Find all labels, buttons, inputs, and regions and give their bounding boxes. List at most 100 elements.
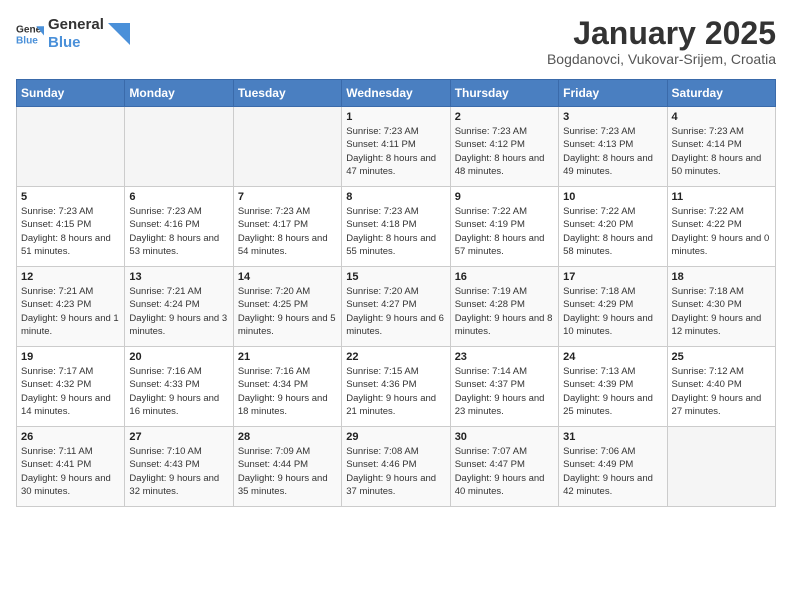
day-info: Sunrise: 7:06 AM Sunset: 4:49 PM Dayligh… bbox=[563, 445, 662, 498]
calendar-cell: 10 Sunrise: 7:22 AM Sunset: 4:20 PM Dayli… bbox=[559, 187, 667, 267]
weekday-header-wednesday: Wednesday bbox=[342, 80, 450, 107]
day-number: 3 bbox=[563, 111, 662, 123]
day-info: Sunrise: 7:23 AM Sunset: 4:18 PM Dayligh… bbox=[346, 205, 445, 258]
calendar-cell: 29Sunrise: 7:08 AM Sunset: 4:46 PM Dayli… bbox=[342, 427, 450, 507]
day-number: 2 bbox=[455, 111, 554, 123]
day-info: Sunrise: 7:23 AM Sunset: 4:12 PM Dayligh… bbox=[455, 125, 554, 178]
calendar-cell: 5Sunrise: 7:23 AM Sunset: 4:15 PM Daylig… bbox=[17, 187, 125, 267]
day-number: 11 bbox=[672, 191, 771, 203]
calendar-subtitle: Bogdanovci, Vukovar-Srijem, Croatia bbox=[547, 51, 776, 67]
calendar-cell bbox=[667, 427, 775, 507]
calendar-cell: 31 Sunrise: 7:06 AM Sunset: 4:49 PM Dayli… bbox=[559, 427, 667, 507]
day-number: 30 bbox=[455, 431, 554, 443]
calendar-table: SundayMondayTuesdayWednesdayThursdayFrid… bbox=[16, 79, 776, 507]
day-info: Sunrise: 7:07 AM Sunset: 4:47 PM Dayligh… bbox=[455, 445, 554, 498]
day-number: 16 bbox=[455, 271, 554, 283]
day-info: Sunrise: 7:19 AM Sunset: 4:28 PM Dayligh… bbox=[455, 285, 554, 338]
day-number: 23 bbox=[455, 351, 554, 363]
calendar-cell: 23 Sunrise: 7:14 AM Sunset: 4:37 PM Dayli… bbox=[450, 347, 558, 427]
day-number: 21 bbox=[238, 351, 337, 363]
day-info: Sunrise: 7:23 AM Sunset: 4:15 PM Dayligh… bbox=[21, 205, 120, 258]
weekday-header-monday: Monday bbox=[125, 80, 233, 107]
day-number: 25 bbox=[672, 351, 771, 363]
day-info: Sunrise: 7:14 AM Sunset: 4:37 PM Dayligh… bbox=[455, 365, 554, 418]
calendar-cell: 21 Sunrise: 7:16 AM Sunset: 4:34 PM Dayli… bbox=[233, 347, 341, 427]
day-number: 31 bbox=[563, 431, 662, 443]
calendar-week-3: 12Sunrise: 7:21 AM Sunset: 4:23 PM Dayli… bbox=[17, 267, 776, 347]
day-info: Sunrise: 7:18 AM Sunset: 4:29 PM Dayligh… bbox=[563, 285, 662, 338]
day-info: Sunrise: 7:20 AM Sunset: 4:27 PM Dayligh… bbox=[346, 285, 445, 338]
day-info: Sunrise: 7:23 AM Sunset: 4:17 PM Dayligh… bbox=[238, 205, 337, 258]
calendar-week-5: 26 Sunrise: 7:11 AM Sunset: 4:41 PM Dayli… bbox=[17, 427, 776, 507]
day-info: Sunrise: 7:20 AM Sunset: 4:25 PM Dayligh… bbox=[238, 285, 337, 338]
day-number: 20 bbox=[129, 351, 228, 363]
calendar-header: SundayMondayTuesdayWednesdayThursdayFrid… bbox=[17, 80, 776, 107]
logo: General Blue General Blue bbox=[16, 16, 130, 52]
day-number: 22 bbox=[346, 351, 445, 363]
day-info: Sunrise: 7:15 AM Sunset: 4:36 PM Dayligh… bbox=[346, 365, 445, 418]
calendar-cell: 20 Sunrise: 7:16 AM Sunset: 4:33 PM Dayli… bbox=[125, 347, 233, 427]
day-number: 4 bbox=[672, 111, 771, 123]
calendar-cell: 13 Sunrise: 7:21 AM Sunset: 4:24 PM Dayli… bbox=[125, 267, 233, 347]
calendar-week-1: 1Sunrise: 7:23 AM Sunset: 4:11 PM Daylig… bbox=[17, 107, 776, 187]
calendar-cell: 2 Sunrise: 7:23 AM Sunset: 4:12 PM Daylig… bbox=[450, 107, 558, 187]
day-number: 15 bbox=[346, 271, 445, 283]
weekday-row: SundayMondayTuesdayWednesdayThursdayFrid… bbox=[17, 80, 776, 107]
calendar-cell: 6Sunrise: 7:23 AM Sunset: 4:16 PM Daylig… bbox=[125, 187, 233, 267]
day-info: Sunrise: 7:12 AM Sunset: 4:40 PM Dayligh… bbox=[672, 365, 771, 418]
calendar-cell: 22 Sunrise: 7:15 AM Sunset: 4:36 PM Dayli… bbox=[342, 347, 450, 427]
weekday-header-friday: Friday bbox=[559, 80, 667, 107]
calendar-cell: 1Sunrise: 7:23 AM Sunset: 4:11 PM Daylig… bbox=[342, 107, 450, 187]
day-info: Sunrise: 7:16 AM Sunset: 4:33 PM Dayligh… bbox=[129, 365, 228, 418]
calendar-cell bbox=[17, 107, 125, 187]
day-info: Sunrise: 7:17 AM Sunset: 4:32 PM Dayligh… bbox=[21, 365, 120, 418]
calendar-cell bbox=[233, 107, 341, 187]
day-info: Sunrise: 7:16 AM Sunset: 4:34 PM Dayligh… bbox=[238, 365, 337, 418]
logo-general: General bbox=[48, 16, 104, 34]
calendar-cell: 26 Sunrise: 7:11 AM Sunset: 4:41 PM Dayli… bbox=[17, 427, 125, 507]
day-number: 14 bbox=[238, 271, 337, 283]
calendar-cell: 7 Sunrise: 7:23 AM Sunset: 4:17 PM Daylig… bbox=[233, 187, 341, 267]
calendar-cell: 11Sunrise: 7:22 AM Sunset: 4:22 PM Dayli… bbox=[667, 187, 775, 267]
day-number: 26 bbox=[21, 431, 120, 443]
day-info: Sunrise: 7:21 AM Sunset: 4:24 PM Dayligh… bbox=[129, 285, 228, 338]
day-info: Sunrise: 7:08 AM Sunset: 4:46 PM Dayligh… bbox=[346, 445, 445, 498]
calendar-cell: 17 Sunrise: 7:18 AM Sunset: 4:29 PM Dayli… bbox=[559, 267, 667, 347]
weekday-header-thursday: Thursday bbox=[450, 80, 558, 107]
day-number: 28 bbox=[238, 431, 337, 443]
calendar-cell: 25 Sunrise: 7:12 AM Sunset: 4:40 PM Dayli… bbox=[667, 347, 775, 427]
calendar-cell: 28 Sunrise: 7:09 AM Sunset: 4:44 PM Dayli… bbox=[233, 427, 341, 507]
day-number: 27 bbox=[129, 431, 228, 443]
calendar-week-4: 19 Sunrise: 7:17 AM Sunset: 4:32 PM Dayli… bbox=[17, 347, 776, 427]
day-info: Sunrise: 7:23 AM Sunset: 4:11 PM Dayligh… bbox=[346, 125, 445, 178]
logo-blue: Blue bbox=[48, 34, 104, 52]
day-info: Sunrise: 7:22 AM Sunset: 4:20 PM Dayligh… bbox=[563, 205, 662, 258]
calendar-cell: 15 Sunrise: 7:20 AM Sunset: 4:27 PM Dayli… bbox=[342, 267, 450, 347]
day-number: 24 bbox=[563, 351, 662, 363]
calendar-cell: 14 Sunrise: 7:20 AM Sunset: 4:25 PM Dayli… bbox=[233, 267, 341, 347]
weekday-header-saturday: Saturday bbox=[667, 80, 775, 107]
calendar-cell: 18Sunrise: 7:18 AM Sunset: 4:30 PM Dayli… bbox=[667, 267, 775, 347]
day-number: 9 bbox=[455, 191, 554, 203]
calendar-cell: 24Sunrise: 7:13 AM Sunset: 4:39 PM Dayli… bbox=[559, 347, 667, 427]
day-info: Sunrise: 7:10 AM Sunset: 4:43 PM Dayligh… bbox=[129, 445, 228, 498]
calendar-cell: 12Sunrise: 7:21 AM Sunset: 4:23 PM Dayli… bbox=[17, 267, 125, 347]
day-number: 17 bbox=[563, 271, 662, 283]
day-number: 10 bbox=[563, 191, 662, 203]
calendar-cell bbox=[125, 107, 233, 187]
day-number: 12 bbox=[21, 271, 120, 283]
calendar-cell: 27 Sunrise: 7:10 AM Sunset: 4:43 PM Dayli… bbox=[125, 427, 233, 507]
day-info: Sunrise: 7:11 AM Sunset: 4:41 PM Dayligh… bbox=[21, 445, 120, 498]
calendar-cell: 30 Sunrise: 7:07 AM Sunset: 4:47 PM Dayli… bbox=[450, 427, 558, 507]
day-number: 19 bbox=[21, 351, 120, 363]
day-info: Sunrise: 7:22 AM Sunset: 4:19 PM Dayligh… bbox=[455, 205, 554, 258]
day-number: 13 bbox=[129, 271, 228, 283]
weekday-header-sunday: Sunday bbox=[17, 80, 125, 107]
calendar-cell: 9 Sunrise: 7:22 AM Sunset: 4:19 PM Daylig… bbox=[450, 187, 558, 267]
day-number: 7 bbox=[238, 191, 337, 203]
weekday-header-tuesday: Tuesday bbox=[233, 80, 341, 107]
logo-arrow-icon bbox=[108, 23, 130, 45]
calendar-title: January 2025 bbox=[547, 16, 776, 51]
day-info: Sunrise: 7:09 AM Sunset: 4:44 PM Dayligh… bbox=[238, 445, 337, 498]
logo-icon: General Blue bbox=[16, 20, 44, 48]
